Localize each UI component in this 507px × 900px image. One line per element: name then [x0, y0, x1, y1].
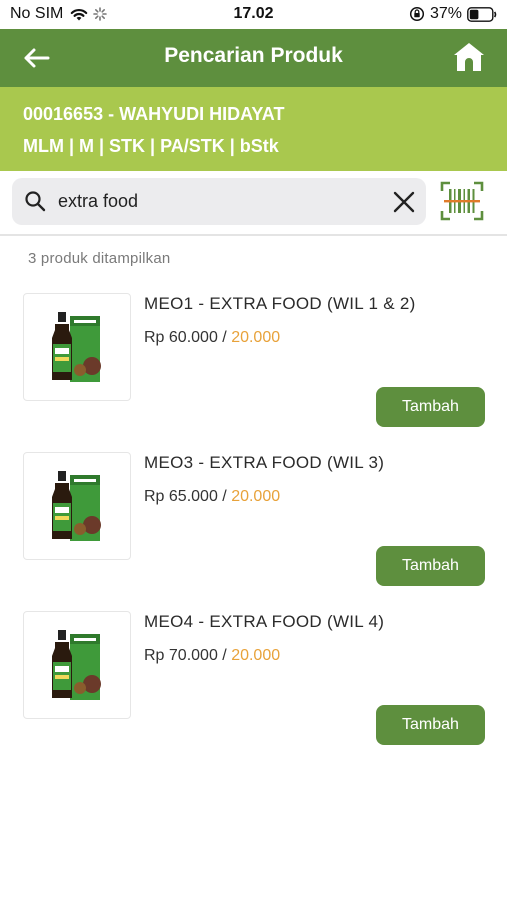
search-box[interactable]: [12, 178, 426, 225]
result-count: 3 produk ditampilkan: [28, 250, 171, 267]
product-bottle-box-image: [52, 312, 101, 382]
add-button[interactable]: Tambah: [376, 705, 485, 745]
app-header: Pencarian Produk: [0, 29, 507, 87]
divider: [0, 234, 507, 236]
price-value: Rp 70.000: [144, 647, 218, 664]
barcode-scan-icon[interactable]: [440, 181, 484, 221]
status-bar: No SIM 17.02 37%: [0, 0, 507, 29]
product-image: [23, 293, 131, 401]
product-name: MEO3 - EXTRA FOOD (WIL 3): [144, 453, 385, 472]
add-button[interactable]: Tambah: [376, 546, 485, 586]
price-value: Rp 60.000: [144, 329, 218, 346]
list-item: MEO1 - EXTRA FOOD (WIL 1 & 2) Rp 60.000 …: [0, 293, 507, 443]
price-separator: /: [217, 488, 232, 505]
product-price: Rp 70.000 / 20.000: [144, 647, 280, 665]
point-value: 20.000: [231, 329, 281, 346]
price-separator: /: [217, 647, 232, 664]
product-name: MEO1 - EXTRA FOOD (WIL 1 & 2): [144, 294, 416, 313]
page-title: Pencarian Produk: [164, 44, 343, 67]
user-info-banner: 00016653 - WAHYUDI HIDAYAT MLM | M | STK…: [0, 87, 507, 171]
point-value: 20.000: [231, 488, 281, 505]
close-icon[interactable]: [390, 188, 418, 216]
price-separator: /: [217, 329, 232, 346]
list-item: MEO3 - EXTRA FOOD (WIL 3) Rp 65.000 / 20…: [0, 452, 507, 602]
battery-percent: 37%: [429, 5, 462, 22]
list-item: MEO4 - EXTRA FOOD (WIL 4) Rp 70.000 / 20…: [0, 611, 507, 761]
product-name: MEO4 - EXTRA FOOD (WIL 4): [144, 612, 385, 631]
search-input[interactable]: [58, 185, 378, 218]
product-price: Rp 65.000 / 20.000: [144, 488, 280, 506]
product-image: [23, 611, 131, 719]
home-icon[interactable]: [453, 41, 485, 73]
product-price: Rp 60.000 / 20.000: [144, 329, 280, 347]
product-bottle-box-image: [52, 471, 101, 541]
orientation-lock-icon: [409, 6, 425, 22]
status-right: 37%: [409, 5, 497, 23]
user-codes: MLM | M | STK | PA/STK | bStk: [23, 136, 279, 156]
point-value: 20.000: [231, 647, 281, 664]
user-name: 00016653 - WAHYUDI HIDAYAT: [23, 104, 285, 124]
search-icon: [25, 191, 46, 212]
price-value: Rp 65.000: [144, 488, 218, 505]
battery-icon: [467, 6, 497, 22]
product-bottle-box-image: [52, 630, 101, 700]
product-image: [23, 452, 131, 560]
add-button[interactable]: Tambah: [376, 387, 485, 427]
